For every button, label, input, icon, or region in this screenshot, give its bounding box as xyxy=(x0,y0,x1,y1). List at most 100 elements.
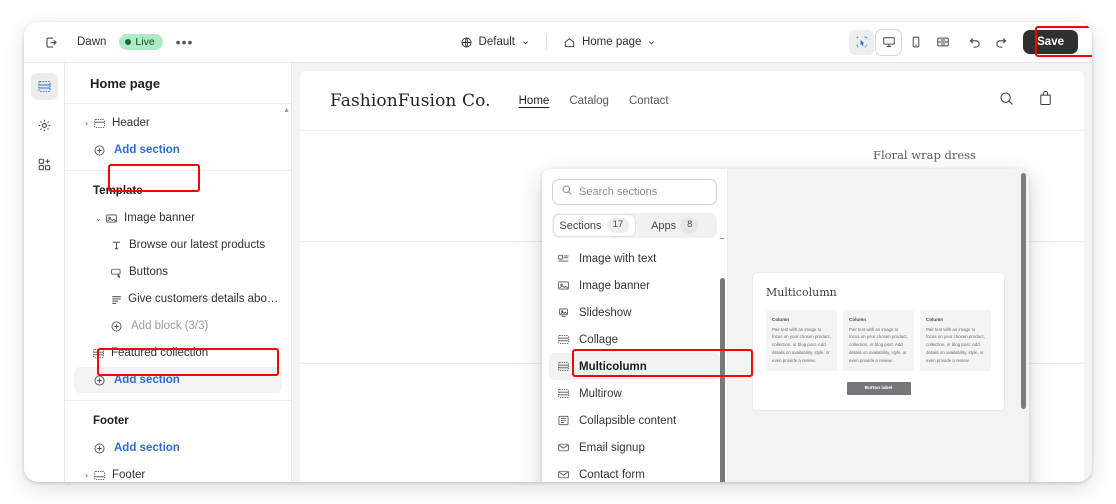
preview-column: Column Pair text with an image to focus … xyxy=(920,309,991,372)
collage-icon xyxy=(557,333,570,346)
chevron-down-icon[interactable]: ⌄ xyxy=(92,213,105,224)
sidebar-divider xyxy=(65,170,291,171)
section-option-image-with-text[interactable]: Image with text xyxy=(549,245,720,272)
plus-circle-icon xyxy=(110,320,129,333)
search-icon[interactable] xyxy=(998,90,1015,112)
top-toolbar: Dawn Live ••• Default Home page Save xyxy=(24,22,1092,63)
paragraph-icon xyxy=(110,293,128,306)
sidebar-item-image-banner[interactable]: ⌄ Image banner xyxy=(74,205,282,231)
chevron-right-icon[interactable]: › xyxy=(80,118,93,128)
sidebar-group-footer: Footer xyxy=(74,408,282,434)
search-icon xyxy=(561,183,573,201)
globe-icon xyxy=(461,36,472,48)
tab-apps[interactable]: Apps 8 xyxy=(635,215,716,236)
sidebar-block-buttons[interactable]: Buttons xyxy=(74,259,282,285)
section-option-image-banner[interactable]: Image banner xyxy=(549,272,720,299)
image-banner-icon xyxy=(105,212,124,225)
section-type-list[interactable]: ▲ Image with text xyxy=(542,238,727,482)
multicolumn-icon xyxy=(557,360,570,373)
multicolumn-preview-card: Multicolumn Column Pair text with an ima… xyxy=(753,272,1004,411)
save-button[interactable]: Save xyxy=(1023,30,1078,54)
section-option-label: Collapsible content xyxy=(579,414,677,427)
section-list-scrollbar[interactable] xyxy=(720,278,725,482)
picker-tabs: Sections 17 Apps 8 xyxy=(552,213,717,238)
preview-column: Column Pair text with an image to focus … xyxy=(766,309,837,372)
sidebar-block-heading[interactable]: Browse our latest products xyxy=(74,232,282,258)
sidebar-block-label: Browse our latest products xyxy=(129,239,266,251)
collapsible-icon xyxy=(557,414,570,427)
market-selector-label: Default xyxy=(478,36,515,48)
section-option-label: Email signup xyxy=(579,441,645,454)
preview-canvas: FashionFusion Co. Home Catalog Contact F… xyxy=(292,63,1092,482)
storefront-header: FashionFusion Co. Home Catalog Contact xyxy=(300,71,1084,131)
page-selector[interactable]: Home page xyxy=(554,32,665,53)
preview-column-body: Pair text with an image to focus on your… xyxy=(772,326,831,363)
toolbar-center-group: Default Home page xyxy=(24,32,1092,53)
section-preview-pane: Multicolumn Column Pair text with an ima… xyxy=(728,169,1029,482)
preview-column-heading: Column xyxy=(772,316,790,322)
section-option-multirow[interactable]: Multirow xyxy=(549,380,720,407)
add-section-header[interactable]: Add section xyxy=(74,137,282,163)
section-option-label: Contact form xyxy=(579,468,645,481)
sidebar-group-label: Template xyxy=(93,185,143,197)
section-option-collage[interactable]: Collage xyxy=(549,326,720,353)
sidebar-block-label: Give customers details about ... xyxy=(128,293,282,305)
email-icon xyxy=(557,468,570,481)
section-option-email-signup[interactable]: Email signup xyxy=(549,434,720,461)
tab-sections-count: 17 xyxy=(606,218,630,233)
nav-link-contact[interactable]: Contact xyxy=(629,95,669,107)
section-option-label: Image banner xyxy=(579,279,650,292)
sidebar-item-footer[interactable]: › Footer xyxy=(74,462,282,482)
sidebar-item-label: Footer xyxy=(112,469,146,481)
preview-column-body: Pair text with an image to focus on your… xyxy=(926,326,985,363)
search-input-placeholder: Search sections xyxy=(579,186,658,198)
nav-link-catalog[interactable]: Catalog xyxy=(569,95,609,107)
search-sections-field[interactable]: Search sections xyxy=(552,179,717,205)
nav-link-home[interactable]: Home xyxy=(519,95,550,107)
section-option-multicolumn[interactable]: Multicolumn xyxy=(549,353,720,380)
sidebar-item-featured-collection[interactable]: Featured collection xyxy=(74,340,282,366)
sections-sidebar: Home page ▲ › Header Add section Templat… xyxy=(65,63,292,482)
list-scroll-up-icon[interactable]: ▲ xyxy=(718,238,726,241)
sections-icon[interactable] xyxy=(30,73,58,100)
tab-sections[interactable]: Sections 17 xyxy=(554,215,635,236)
add-section-template[interactable]: Add section xyxy=(74,367,282,393)
header-icon xyxy=(93,117,112,130)
plus-circle-icon xyxy=(93,442,112,455)
preview-pane-scrollbar[interactable] xyxy=(1021,173,1026,409)
preview-button: Button label xyxy=(846,382,911,396)
page-title: Home page xyxy=(65,63,291,104)
text-icon xyxy=(110,239,129,252)
footer-icon xyxy=(93,469,112,482)
home-icon xyxy=(564,37,575,47)
section-option-contact-form[interactable]: Contact form xyxy=(549,461,720,482)
sidebar-divider xyxy=(65,400,291,401)
chevron-right-icon[interactable]: › xyxy=(80,470,93,480)
sidebar-item-header[interactable]: › Header xyxy=(74,110,282,136)
market-selector[interactable]: Default xyxy=(451,32,539,53)
sidebar-block-text[interactable]: Give customers details about ... xyxy=(74,286,282,312)
sidebar-scroll-up-icon[interactable]: ▲ xyxy=(283,107,290,114)
section-option-collapsible-content[interactable]: Collapsible content xyxy=(549,407,720,434)
toolbar-divider xyxy=(545,34,547,50)
email-icon xyxy=(557,441,570,454)
add-block-button[interactable]: Add block (3/3) xyxy=(74,313,282,339)
section-option-slideshow[interactable]: Slideshow xyxy=(549,299,720,326)
store-nav: Home Catalog Contact xyxy=(519,95,669,107)
sidebar-item-label: Header xyxy=(112,117,150,129)
multirow-icon xyxy=(557,387,570,400)
preview-column-body: Pair text with an image to focus on your… xyxy=(849,326,908,363)
gear-icon[interactable] xyxy=(31,112,58,139)
save-button-wrapper: Save xyxy=(1023,30,1078,54)
add-section-label: Add section xyxy=(114,442,180,454)
cart-icon[interactable] xyxy=(1037,90,1054,112)
sidebar-tree[interactable]: ▲ › Header Add section Template ⌄ Image … xyxy=(65,104,291,482)
add-section-footer[interactable]: Add section xyxy=(74,435,282,461)
section-option-label: Slideshow xyxy=(579,306,632,319)
preview-title: Multicolumn xyxy=(766,285,837,299)
section-picker-popover: Search sections Sections 17 Apps 8 Image… xyxy=(542,169,1029,482)
store-brand[interactable]: FashionFusion Co. xyxy=(330,91,491,111)
apps-grid-icon[interactable] xyxy=(31,151,58,178)
chevron-down-icon xyxy=(522,40,529,44)
plus-circle-icon xyxy=(93,144,112,157)
